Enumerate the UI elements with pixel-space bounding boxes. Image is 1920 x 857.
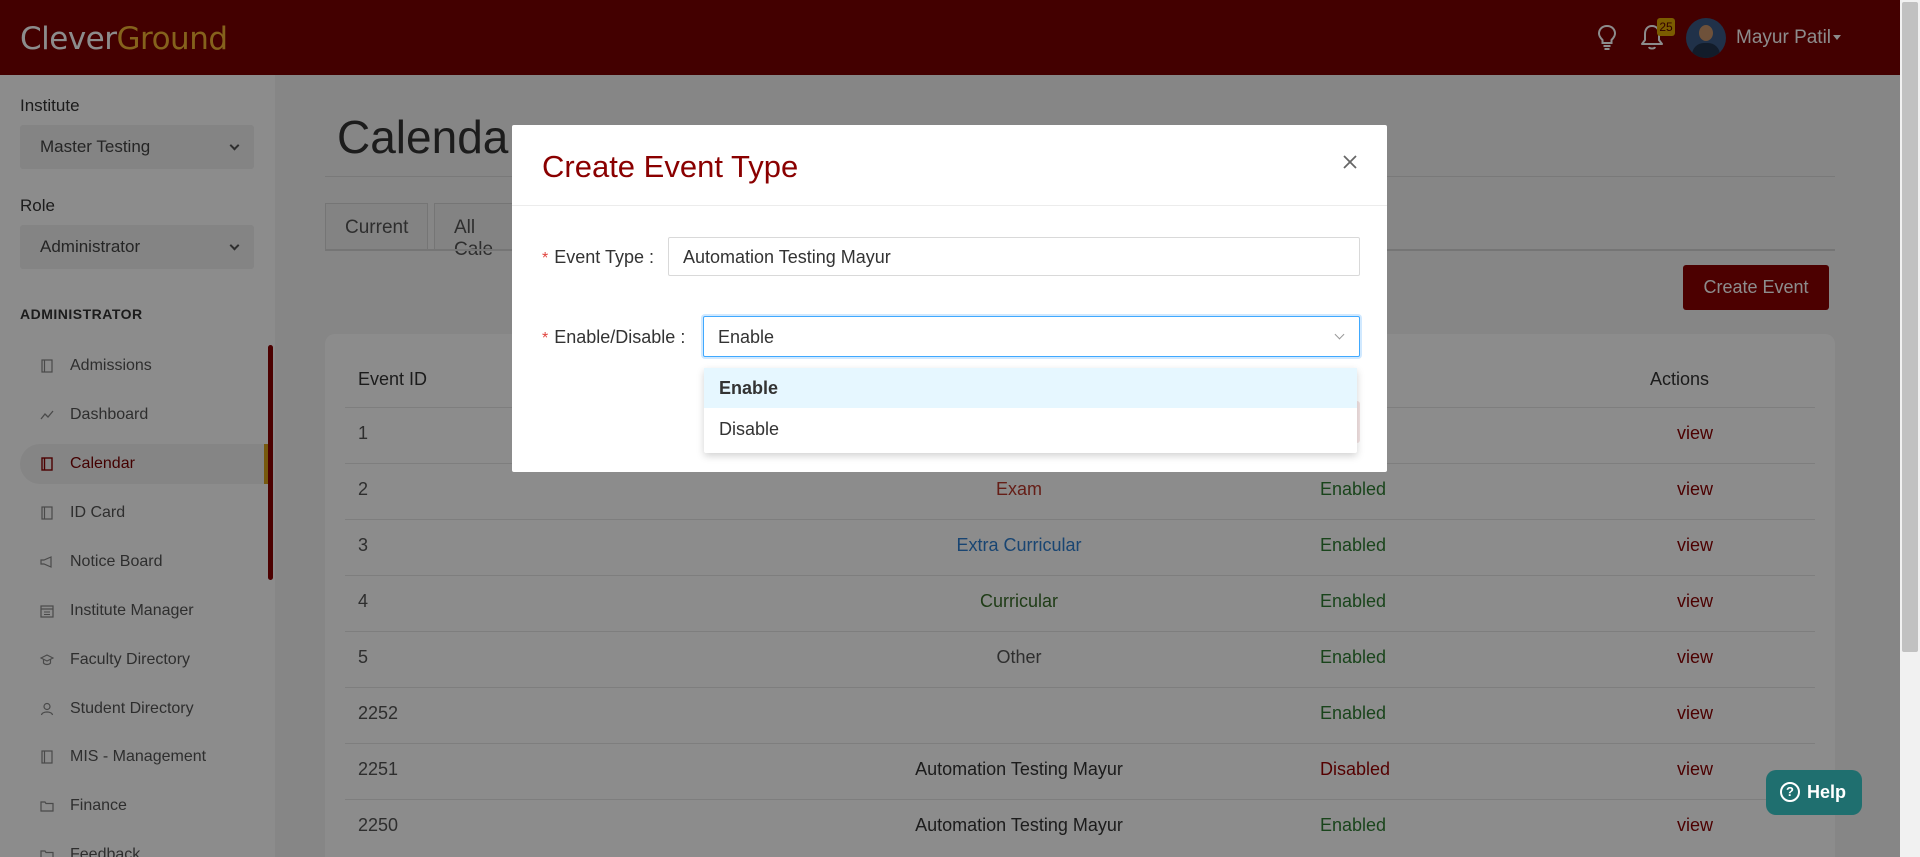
dropdown-option-label: Disable — [719, 419, 780, 439]
event-type-label: * Event Type : — [542, 247, 654, 267]
help-button[interactable]: ? Help — [1766, 770, 1862, 815]
close-icon[interactable] — [1337, 149, 1363, 175]
dropdown-option-label: Enable — [719, 378, 779, 398]
help-label: Help — [1807, 782, 1847, 802]
chevron-down-icon — [1334, 329, 1345, 340]
enable-disable-select-value: Enable — [718, 327, 775, 347]
event-type-label-text: Event Type — [554, 247, 644, 267]
enable-disable-select[interactable]: Enable — [703, 316, 1360, 357]
event-type-input[interactable]: Automation Testing Mayur — [668, 237, 1360, 276]
page-scrollbar[interactable] — [1900, 0, 1920, 857]
dropdown-option-enable[interactable]: Enable — [704, 368, 1357, 408]
enable-disable-label-text: Enable/Disable — [554, 327, 676, 347]
enable-disable-dropdown: Enable Disable — [704, 368, 1357, 453]
divider — [512, 205, 1387, 206]
modal-title: Create Event Type — [542, 149, 799, 184]
scrollbar-thumb[interactable] — [1902, 2, 1918, 652]
dropdown-option-disable[interactable]: Disable — [704, 409, 1357, 449]
enable-disable-label: * Enable/Disable : — [542, 327, 686, 347]
question-icon: ? — [1780, 782, 1800, 802]
event-type-input-value: Automation Testing Mayur — [683, 247, 891, 267]
required-asterisk-icon: * — [542, 250, 549, 267]
required-asterisk-icon: * — [542, 330, 549, 347]
